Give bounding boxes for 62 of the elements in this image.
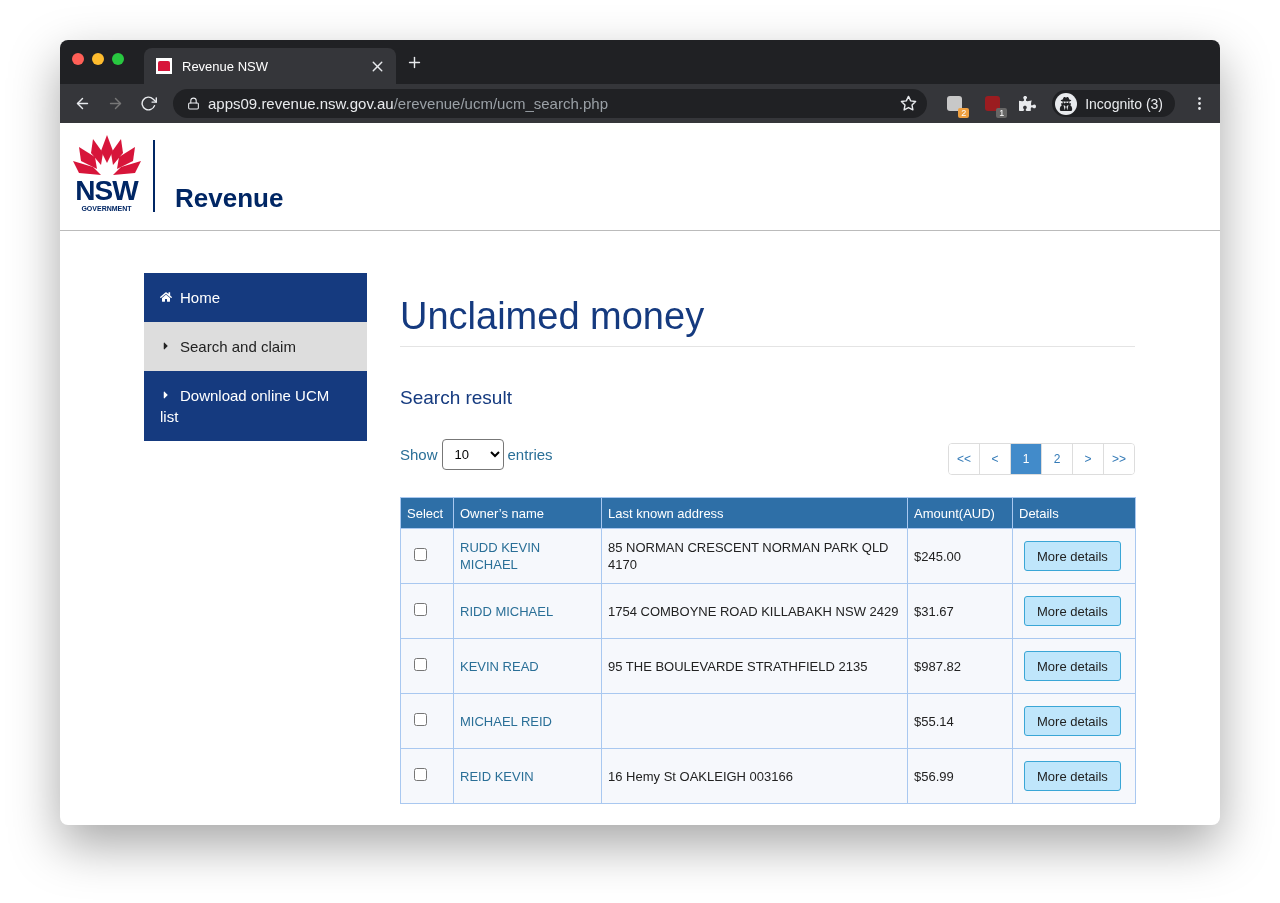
home-icon xyxy=(160,291,172,303)
owner-name-link[interactable]: RUDD KEVIN MICHAEL xyxy=(460,539,595,573)
column-header: Owner’s name xyxy=(453,497,602,529)
table-cell: $245.00 xyxy=(907,528,1013,584)
reload-icon[interactable] xyxy=(140,95,157,112)
sidebar-item[interactable]: Home xyxy=(144,273,367,322)
column-header: Amount(AUD) xyxy=(907,497,1013,529)
page-link[interactable]: 1 xyxy=(1010,444,1041,474)
table-cell: 85 NORMAN CRESCENT NORMAN PARK QLD 4170 xyxy=(601,528,908,584)
select-checkbox[interactable] xyxy=(414,657,427,671)
sidebar-item[interactable]: Download online UCM list xyxy=(144,371,367,441)
column-header: Select xyxy=(400,497,454,529)
profile-button[interactable]: Incognito (3) xyxy=(1052,90,1175,117)
more-details-button[interactable]: More details xyxy=(1024,761,1121,791)
section-title: Search result xyxy=(400,387,513,409)
owner-name-link[interactable]: MICHAEL REID xyxy=(460,712,595,730)
extension-badge: 1 xyxy=(996,107,1008,118)
extension-badge: 2 xyxy=(958,107,970,118)
more-details-button[interactable]: More details xyxy=(1024,706,1121,736)
extension-icon[interactable] xyxy=(946,96,962,111)
logo-wordmark: NSW xyxy=(75,177,138,205)
table-cell: $987.82 xyxy=(907,638,1013,694)
column-header: Last known address xyxy=(601,497,908,529)
more-details-button[interactable]: More details xyxy=(1024,651,1121,681)
url-path: /erevenue/ucm/ucm_search.php xyxy=(393,95,608,112)
close-window-icon[interactable] xyxy=(72,53,84,65)
entries-label: entries xyxy=(507,446,553,463)
select-checkbox[interactable] xyxy=(414,602,427,616)
owner-name-link[interactable]: KEVIN READ xyxy=(460,657,595,675)
table-cell: 95 THE BOULEVARDE STRATHFIELD 2135 xyxy=(601,638,908,694)
waratah-flower-icon xyxy=(70,133,143,177)
puzzle-icon[interactable] xyxy=(1019,95,1037,112)
lock-icon xyxy=(187,97,200,110)
sidebar-item[interactable]: Search and claim xyxy=(144,322,367,371)
star-icon[interactable] xyxy=(900,95,918,112)
maximize-window-icon[interactable] xyxy=(112,53,124,65)
table-cell: 16 Hemy St OAKLEIGH 003166 xyxy=(601,748,908,804)
page-link[interactable]: >> xyxy=(1103,444,1134,474)
column-header: Details xyxy=(1012,497,1136,529)
url-host: apps09.revenue.nsw.gov.au xyxy=(208,95,394,112)
select-checkbox[interactable] xyxy=(414,767,427,781)
table-cell: 1754 COMBOYNE ROAD KILLABAKH NSW 2429 xyxy=(601,583,908,639)
back-icon[interactable] xyxy=(74,95,91,112)
select-checkbox[interactable] xyxy=(414,547,427,561)
table-cell: $31.67 xyxy=(907,583,1013,639)
incognito-icon xyxy=(1055,92,1078,115)
favicon-icon xyxy=(156,58,172,74)
address-bar[interactable]: apps09.revenue.nsw.gov.au/erevenue/ucm/ucm_search.php xyxy=(173,89,928,118)
more-details-button[interactable]: More details xyxy=(1024,596,1121,626)
owner-name-link[interactable]: RIDD MICHAEL xyxy=(460,602,595,620)
table-cell: $55.14 xyxy=(907,693,1013,749)
page-size-select[interactable]: 10 xyxy=(441,439,504,470)
page-title: Unclaimed money xyxy=(400,295,1135,347)
brand-name: Revenue xyxy=(175,183,284,214)
show-label: Show xyxy=(400,446,438,463)
table-cell: $56.99 xyxy=(907,748,1013,804)
select-checkbox[interactable] xyxy=(414,712,427,726)
tab-title: Revenue NSW xyxy=(182,58,269,74)
browser-tab[interactable]: Revenue NSW xyxy=(144,48,396,84)
owner-name-link[interactable]: REID KEVIN xyxy=(460,767,595,785)
minimize-window-icon[interactable] xyxy=(92,53,104,65)
more-details-button[interactable]: More details xyxy=(1024,541,1121,571)
